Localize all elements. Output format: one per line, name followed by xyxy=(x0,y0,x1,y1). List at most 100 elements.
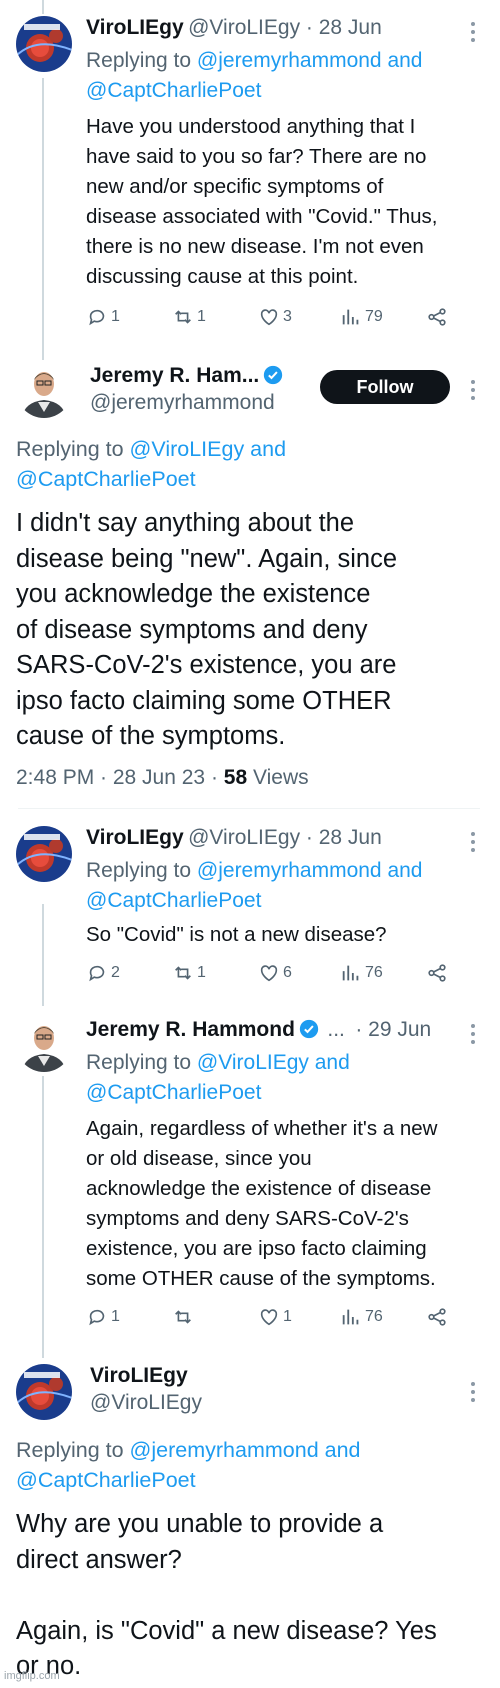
text-line: I didn't say anything about the xyxy=(16,509,355,537)
share-button[interactable] xyxy=(426,962,448,984)
text-line: or no. xyxy=(16,1652,82,1680)
replying-label: Replying to xyxy=(16,1438,130,1462)
tweet-text: So "Covid" is not a new disease? xyxy=(86,920,486,950)
share-icon xyxy=(428,1308,446,1326)
text-line: you acknowledge the existence xyxy=(16,580,371,608)
text-line xyxy=(16,1578,486,1614)
tweet-header: ViroLIEgy @ViroLIEgy · 28 Jun xyxy=(86,826,382,850)
heart-icon xyxy=(260,965,278,982)
handle-ellipsis[interactable]: ... xyxy=(327,1018,345,1041)
views-count: 79 xyxy=(365,308,383,325)
text-line: direct answer? xyxy=(16,1545,182,1574)
follow-button[interactable]: Follow xyxy=(320,370,450,404)
reply-icon xyxy=(89,965,105,982)
analytics-icon xyxy=(342,1309,359,1325)
retweet-button[interactable] xyxy=(172,1306,197,1328)
mention-link[interactable]: @CaptCharliePoet xyxy=(86,79,261,102)
share-button[interactable] xyxy=(426,1306,448,1328)
views-count: 76 xyxy=(365,964,383,981)
mention-link[interactable]: @CaptCharliePoet xyxy=(16,467,196,491)
like-button[interactable]: 6 xyxy=(258,962,292,984)
handle-date[interactable]: @ViroLIEgy · 28 Jun xyxy=(188,826,382,849)
text-line: Again, regardless of whether it's a new xyxy=(86,1117,438,1140)
more-options-icon[interactable] xyxy=(470,378,476,400)
replying-label: Replying to xyxy=(86,1051,197,1074)
share-button[interactable] xyxy=(426,306,448,328)
replying-to: Replying to @ViroLIEgy and @CaptCharlieP… xyxy=(86,1048,350,1108)
thread-connector-top xyxy=(42,0,44,14)
more-options-icon[interactable] xyxy=(470,830,476,852)
text-line: existence, you are ipso facto claiming xyxy=(86,1237,427,1260)
like-count: 3 xyxy=(283,308,292,325)
avatar[interactable] xyxy=(16,826,72,882)
replying-label: Replying to xyxy=(86,49,197,72)
like-button[interactable]: 1 xyxy=(258,1306,292,1328)
virus-avatar-image xyxy=(16,1364,72,1420)
tweet-actions: 2 1 6 76 xyxy=(86,962,466,990)
mention-link[interactable]: @CaptCharliePoet xyxy=(16,1468,196,1492)
tweet-text: Again, regardless of whether it's a new … xyxy=(86,1114,486,1294)
handle[interactable]: @ViroLIEgy xyxy=(90,1391,202,1415)
retweet-button[interactable]: 1 xyxy=(172,962,206,984)
thread-connector-3 xyxy=(42,904,44,1006)
text-line: disease being "new". Again, since xyxy=(16,544,398,573)
retweet-count: 1 xyxy=(197,964,206,981)
text-line: Again, is "Covid" a new disease? Yes xyxy=(16,1616,437,1645)
tweet-text: Why are you unable to provide a direct a… xyxy=(16,1507,486,1685)
timestamp[interactable]: 2:48 PM · 28 Jun 23 · xyxy=(16,766,224,789)
handle-date[interactable]: @ViroLIEgy · 28 Jun xyxy=(188,16,382,39)
mention-link[interactable]: @jeremyrhammond and xyxy=(197,49,423,72)
thread-connector-1 xyxy=(42,78,44,360)
mention-link[interactable]: @jeremyrhammond and xyxy=(130,1438,361,1462)
like-count: 1 xyxy=(283,1308,292,1325)
more-options-icon[interactable] xyxy=(470,1022,476,1044)
reply-count: 1 xyxy=(111,308,120,325)
tweet-date[interactable]: · 29 Jun xyxy=(355,1018,431,1041)
avatar[interactable] xyxy=(16,362,72,418)
replying-to: Replying to @jeremyrhammond and @CaptCha… xyxy=(86,856,422,916)
tweet-header: ViroLIEgy @ViroLIEgy · 28 Jun xyxy=(86,16,382,40)
text-line: new and/or specific symptoms of xyxy=(86,175,384,198)
reply-icon xyxy=(89,309,105,326)
views-button[interactable]: 79 xyxy=(340,306,383,328)
mention-link[interactable]: @ViroLIEgy and xyxy=(197,1051,350,1074)
mention-link[interactable]: @jeremyrhammond and xyxy=(197,859,423,882)
display-name[interactable]: ViroLIEgy xyxy=(86,16,184,39)
avatar[interactable] xyxy=(16,1016,72,1072)
reply-button[interactable]: 1 xyxy=(86,306,120,328)
retweet-count: 1 xyxy=(197,308,206,325)
views-button[interactable]: 76 xyxy=(340,1306,383,1328)
display-name[interactable]: ViroLIEgy xyxy=(86,826,184,849)
text-line: SARS-CoV-2's existence, you are xyxy=(16,651,397,679)
views-button[interactable]: 76 xyxy=(340,962,383,984)
text-line: ipso facto claiming some OTHER xyxy=(16,686,392,715)
display-name[interactable]: Jeremy R. Ham... xyxy=(90,364,259,387)
mention-link[interactable]: @CaptCharliePoet xyxy=(86,889,261,912)
avatar[interactable] xyxy=(16,1364,72,1420)
heart-icon xyxy=(260,309,278,326)
reply-button[interactable]: 2 xyxy=(86,962,120,984)
avatar[interactable] xyxy=(16,16,72,72)
verified-badge-icon xyxy=(299,1019,319,1039)
like-button[interactable]: 3 xyxy=(258,306,292,328)
reply-button[interactable]: 1 xyxy=(86,1306,120,1328)
tweet-text: I didn't say anything about the disease … xyxy=(16,506,486,755)
more-options-icon[interactable] xyxy=(470,20,476,42)
display-name[interactable]: ViroLIEgy xyxy=(90,1364,202,1388)
more-options-icon[interactable] xyxy=(470,1380,476,1402)
retweet-button[interactable]: 1 xyxy=(172,306,206,328)
tweet-text: Have you understood anything that I have… xyxy=(86,112,486,292)
virus-avatar-image xyxy=(16,16,72,72)
watermark: imgflip.com xyxy=(4,1670,60,1682)
replying-to: Replying to @jeremyrhammond and @CaptCha… xyxy=(16,1435,361,1495)
text-line: of disease symptoms and deny xyxy=(16,615,368,644)
handle[interactable]: @jeremyrhammond xyxy=(90,391,283,415)
views-label: Views xyxy=(247,766,309,789)
mention-link[interactable]: @CaptCharliePoet xyxy=(86,1081,261,1104)
verified-badge-icon xyxy=(264,365,283,385)
display-name[interactable]: Jeremy R. Hammond xyxy=(86,1018,295,1041)
replying-to: Replying to @jeremyrhammond and @CaptCha… xyxy=(86,46,422,106)
jeremy-avatar-image xyxy=(16,362,72,418)
text-line: some OTHER cause of the symptoms. xyxy=(86,1267,436,1290)
mention-link[interactable]: @ViroLIEgy and xyxy=(130,437,287,461)
